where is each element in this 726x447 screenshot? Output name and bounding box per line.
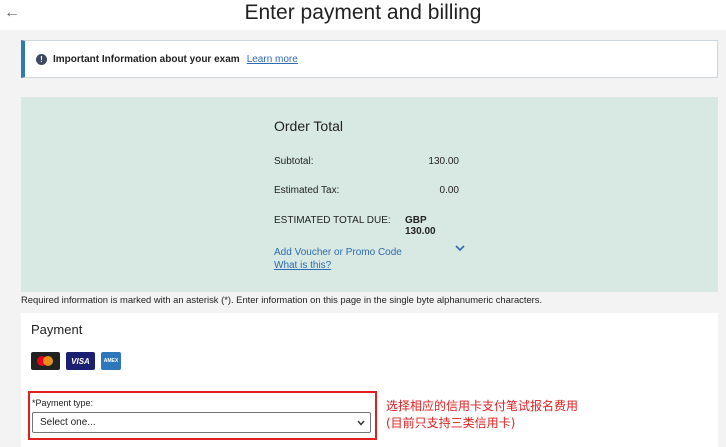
subtotal-label: Subtotal: [274,156,314,167]
annotation-line-2: (目前只支持三类信用卡) [386,416,516,430]
info-banner: ! Important Information about your exam … [21,40,718,78]
chevron-down-icon[interactable] [455,243,465,253]
total-due-value: GBP 130.00 [405,215,436,237]
order-total-title: Order Total [274,118,343,134]
tax-value: 0.00 [439,185,459,196]
top-bar: ← Enter payment and billing [0,0,726,30]
annotation-line-1: 选择相应的信用卡支付笔试报名费用 [386,399,579,413]
annotation-text: 选择相应的信用卡支付笔试报名费用 (目前只支持三类信用卡) [386,398,578,432]
total-due-label: ESTIMATED TOTAL DUE: [274,215,391,226]
add-voucher-link[interactable]: Add Voucher or Promo Code [274,247,402,258]
what-is-this-link[interactable]: What is this? [274,260,331,271]
mastercard-icon [31,352,60,370]
info-banner-text: Important Information about your exam [53,53,240,65]
amex-icon: AMEX [101,352,121,370]
accepted-cards: VISA AMEX [31,352,121,370]
tax-label: Estimated Tax: [274,185,340,196]
payment-title: Payment [31,322,83,337]
learn-more-link[interactable]: Learn more [247,54,298,65]
payment-type-select[interactable]: Select one... [32,412,371,433]
payment-type-label: *Payment type: [32,398,94,408]
info-icon: ! [36,53,47,65]
chevron-down-icon [357,420,365,426]
payment-type-value: Select one... [40,417,96,428]
required-info-note: Required information is marked with an a… [21,294,543,305]
page-title: Enter payment and billing [244,1,482,24]
subtotal-value: 130.00 [428,156,459,167]
order-total-panel: Order Total Subtotal: 130.00 Estimated T… [21,97,718,292]
visa-icon: VISA [66,352,95,370]
